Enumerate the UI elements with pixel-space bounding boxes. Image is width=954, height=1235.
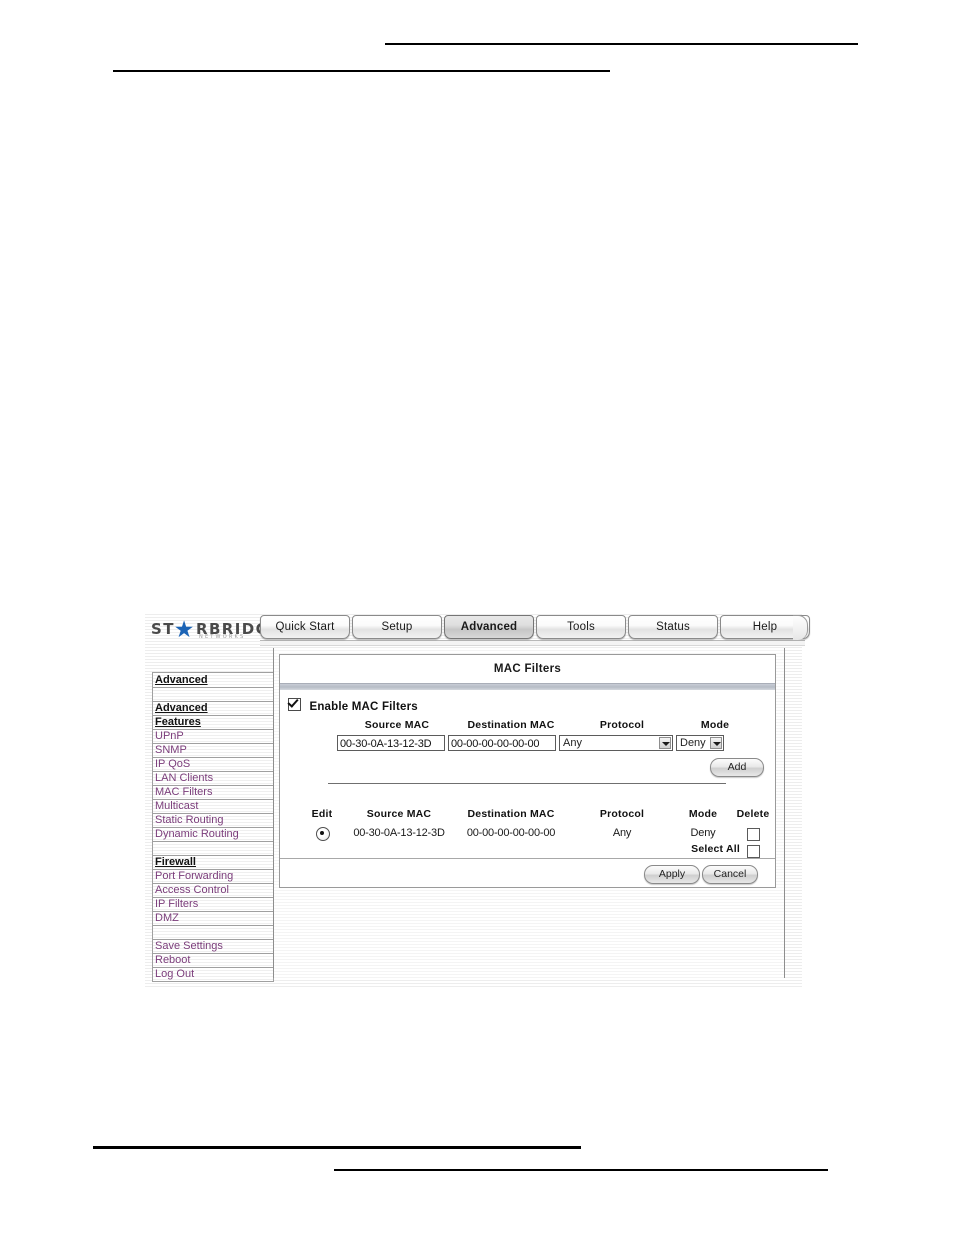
table-cell-source-mac: 00-30-0A-13-12-3D xyxy=(353,827,445,839)
form-divider xyxy=(328,783,726,784)
sidebar-item-log-out[interactable]: Log Out xyxy=(152,967,274,982)
protocol-select[interactable]: Any xyxy=(559,735,673,751)
router-admin-window: ST ★ RBRIDGE NETWORKS Quick Start Setup … xyxy=(145,612,810,987)
chevron-down-icon[interactable] xyxy=(710,737,722,749)
logo-tagline: NETWORKS xyxy=(199,634,246,640)
enable-mac-filters-label: Enable MAC Filters xyxy=(309,701,418,713)
sidebar-heading-firewall: Firewall xyxy=(152,855,274,869)
table-header-mode: Mode xyxy=(688,808,718,820)
tab-strip-curl xyxy=(793,615,808,640)
table-cell-destination-mac: 00-00-00-00-00-00 xyxy=(466,827,556,839)
tab-setup[interactable]: Setup xyxy=(352,615,442,639)
mode-select[interactable]: Deny xyxy=(676,735,724,751)
star-icon: ★ xyxy=(173,617,195,642)
tab-quick-start[interactable]: Quick Start xyxy=(260,615,350,639)
footer-rule-bottom xyxy=(334,1169,828,1171)
starbridge-logo: ST ★ RBRIDGE NETWORKS xyxy=(149,617,267,643)
page-title: MAC Filters xyxy=(493,663,562,675)
title-band xyxy=(280,683,775,690)
sidebar-item-access-control[interactable]: Access Control xyxy=(152,883,274,897)
tab-advanced[interactable]: Advanced xyxy=(444,615,534,639)
content-panel: MAC Filters Enable MAC Filters Source MA… xyxy=(273,648,785,978)
sidebar-item-upnp[interactable]: UPnP xyxy=(152,729,274,743)
sidebar-item-multicast[interactable]: Multicast xyxy=(152,799,274,813)
destination-mac-input[interactable]: 00-00-00-00-00-00 xyxy=(448,735,556,751)
sidebar-heading-features: Features xyxy=(152,715,274,729)
footer-rule-top xyxy=(93,1146,581,1149)
sidebar-item-dynamic-routing[interactable]: Dynamic Routing xyxy=(152,827,274,841)
table-header-destination-mac: Destination MAC xyxy=(467,808,555,820)
sidebar-spacer-2 xyxy=(152,925,274,939)
card-footer-divider xyxy=(280,858,775,859)
enable-mac-filters-row[interactable]: Enable MAC Filters xyxy=(288,697,418,713)
form-header-destination-mac: Destination MAC xyxy=(467,719,555,731)
select-all-checkbox[interactable] xyxy=(747,845,760,858)
form-header-protocol: Protocol xyxy=(599,719,645,731)
table-header-edit: Edit xyxy=(311,808,333,820)
sidebar-item-save-settings[interactable]: Save Settings xyxy=(152,939,274,953)
cancel-button[interactable]: Cancel xyxy=(702,865,758,884)
sidebar-spacer-0 xyxy=(152,687,274,701)
mode-select-value: Deny xyxy=(680,737,706,749)
add-button[interactable]: Add xyxy=(710,758,764,777)
sidebar-item-ip-qos[interactable]: IP QoS xyxy=(152,757,274,771)
chevron-down-icon[interactable] xyxy=(659,737,671,749)
tab-tools[interactable]: Tools xyxy=(536,615,626,639)
sidebar-item-list: Advanced Features UPnP SNMP IP QoS LAN Client… xyxy=(152,701,274,982)
sidebar-item-port-forwarding[interactable]: Port Forwarding xyxy=(152,869,274,883)
table-header-protocol: Protocol xyxy=(599,808,645,820)
table-cell-protocol: Any xyxy=(612,827,632,839)
table-header-source-mac: Source MAC xyxy=(366,808,432,820)
table-header-delete: Delete xyxy=(736,808,770,820)
mac-filters-card: MAC Filters Enable MAC Filters Source MA… xyxy=(279,654,776,888)
header-rule-bottom xyxy=(113,70,610,72)
delete-row-checkbox[interactable] xyxy=(747,828,760,841)
sidebar-navigation: Advanced Advanced Features UPnP SNMP IP QoS L… xyxy=(152,672,274,982)
sidebar-item-static-routing[interactable]: Static Routing xyxy=(152,813,274,827)
main-tab-bar: Quick Start Setup Advanced Tools Status … xyxy=(260,612,810,644)
content-right-gutter xyxy=(784,648,802,978)
sidebar-heading-advanced: Advanced xyxy=(152,701,274,715)
sidebar-item-mac-filters[interactable]: MAC Filters xyxy=(152,785,274,799)
header-rule-top xyxy=(385,43,858,45)
edit-radio-button[interactable] xyxy=(316,827,330,841)
sidebar-item-reboot[interactable]: Reboot xyxy=(152,953,274,967)
enable-mac-filters-checkbox[interactable] xyxy=(288,698,301,711)
sidebar-item-snmp[interactable]: SNMP xyxy=(152,743,274,757)
protocol-select-value: Any xyxy=(563,737,582,749)
form-header-source-mac: Source MAC xyxy=(364,719,430,731)
sidebar-spacer-1 xyxy=(152,841,274,855)
sidebar-item-dmz[interactable]: DMZ xyxy=(152,911,274,925)
form-header-mode: Mode xyxy=(700,719,730,731)
apply-button[interactable]: Apply xyxy=(644,865,700,884)
logo-text-pre: ST xyxy=(151,620,175,638)
sidebar-item-ip-filters[interactable]: IP Filters xyxy=(152,897,274,911)
source-mac-input[interactable]: 00-30-0A-13-12-3D xyxy=(337,735,445,751)
sidebar-title: Advanced xyxy=(152,672,274,687)
tab-status[interactable]: Status xyxy=(628,615,718,639)
sidebar-item-lan-clients[interactable]: LAN Clients xyxy=(152,771,274,785)
table-cell-mode: Deny xyxy=(690,827,716,839)
select-all-label: Select All xyxy=(691,843,740,855)
